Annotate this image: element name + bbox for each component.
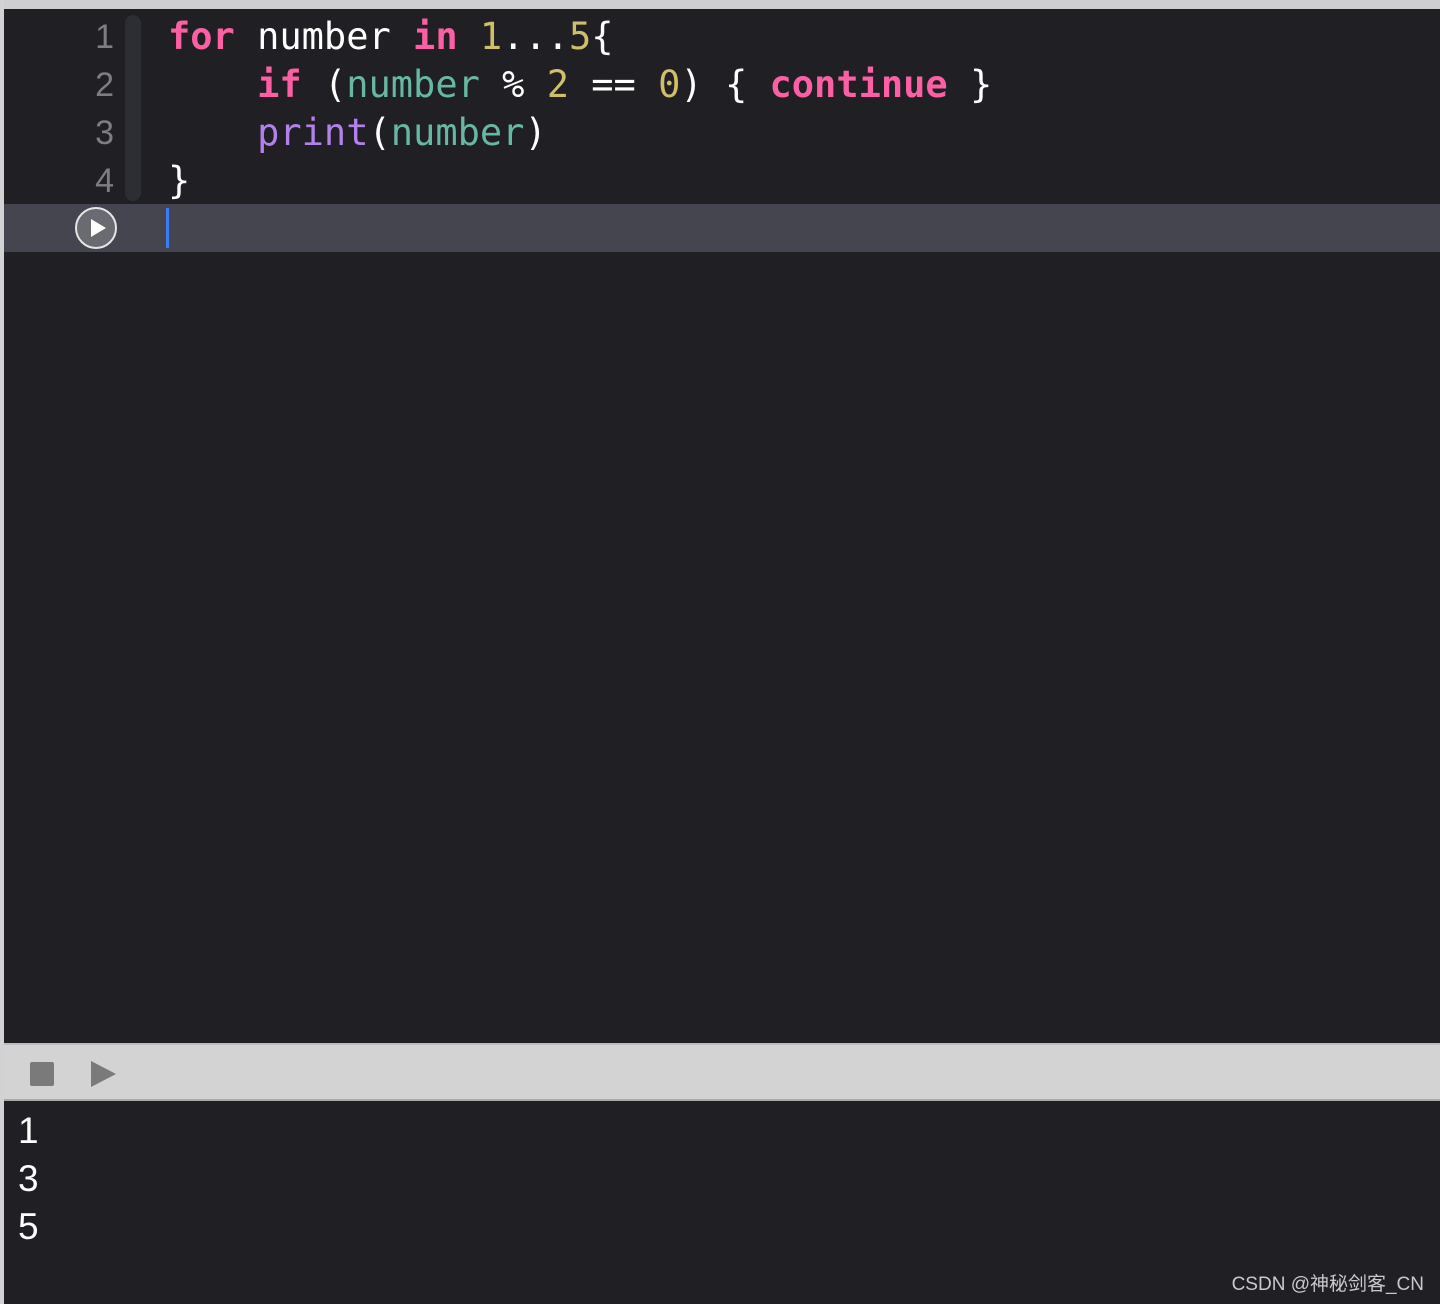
code-token-plain: ) {: [680, 63, 770, 106]
code-token-ident: number: [346, 63, 480, 106]
line-number: 3: [95, 114, 114, 152]
code-token-plain: ...: [502, 15, 569, 58]
console-line: 1: [18, 1110, 39, 1151]
code-token-num: 5: [569, 15, 592, 58]
code-token-kw: if: [257, 63, 302, 106]
code-token-num: 2: [546, 63, 569, 106]
line-number: 1: [95, 18, 114, 56]
code-token-plain: (: [368, 111, 391, 154]
code-token-kw: continue: [769, 63, 948, 106]
code-text[interactable]: for number in 1...5{: [168, 13, 614, 61]
code-token-plain: {: [591, 15, 614, 58]
line-number: 2: [95, 66, 114, 104]
code-line-2[interactable]: 2 if (number % 2 == 0) { continue }: [4, 61, 1440, 109]
code-token-num: 0: [658, 63, 681, 106]
window-top-strip: [0, 0, 1440, 9]
code-token-ident: number: [390, 111, 525, 154]
stop-icon[interactable]: [30, 1062, 54, 1086]
code-line-1[interactable]: 1 for number in 1...5{: [4, 13, 1440, 61]
code-token-kw: for: [168, 15, 235, 58]
code-token-plain: number: [234, 15, 414, 58]
code-token-num: 1: [479, 15, 503, 58]
code-editor[interactable]: 1 for number in 1...5{ 2 if (number % 2 …: [4, 9, 1440, 1043]
console-line: 5: [18, 1206, 39, 1247]
code-line-4[interactable]: 4 }: [4, 157, 1440, 205]
console-line: 3: [18, 1158, 39, 1199]
code-token-plain: }: [947, 63, 993, 106]
current-line-highlight[interactable]: [4, 204, 1440, 252]
code-token-plain: ==: [569, 63, 659, 106]
console-output[interactable]: 1 3 5 CSDN @神秘剑客_CN: [4, 1101, 1440, 1304]
code-text[interactable]: if (number % 2 == 0) { continue }: [168, 61, 992, 109]
code-token-plain: (: [301, 63, 347, 106]
watermark: CSDN @神秘剑客_CN: [1231, 1274, 1424, 1295]
code-token-fn: print: [257, 111, 369, 154]
debug-toolbar: [4, 1043, 1440, 1101]
code-line-3[interactable]: 3 print(number): [4, 109, 1440, 157]
line-number: 4: [95, 162, 114, 200]
code-token-plain: }: [168, 159, 191, 202]
play-circle-icon[interactable]: [75, 207, 117, 249]
code-token-plain: ): [524, 111, 547, 154]
code-token-kw: in: [413, 15, 458, 58]
code-text[interactable]: print(number): [168, 109, 547, 157]
text-cursor: [166, 208, 169, 248]
code-text[interactable]: }: [168, 157, 190, 205]
code-token-plain: %: [479, 63, 547, 106]
play-icon[interactable]: [88, 1059, 118, 1089]
